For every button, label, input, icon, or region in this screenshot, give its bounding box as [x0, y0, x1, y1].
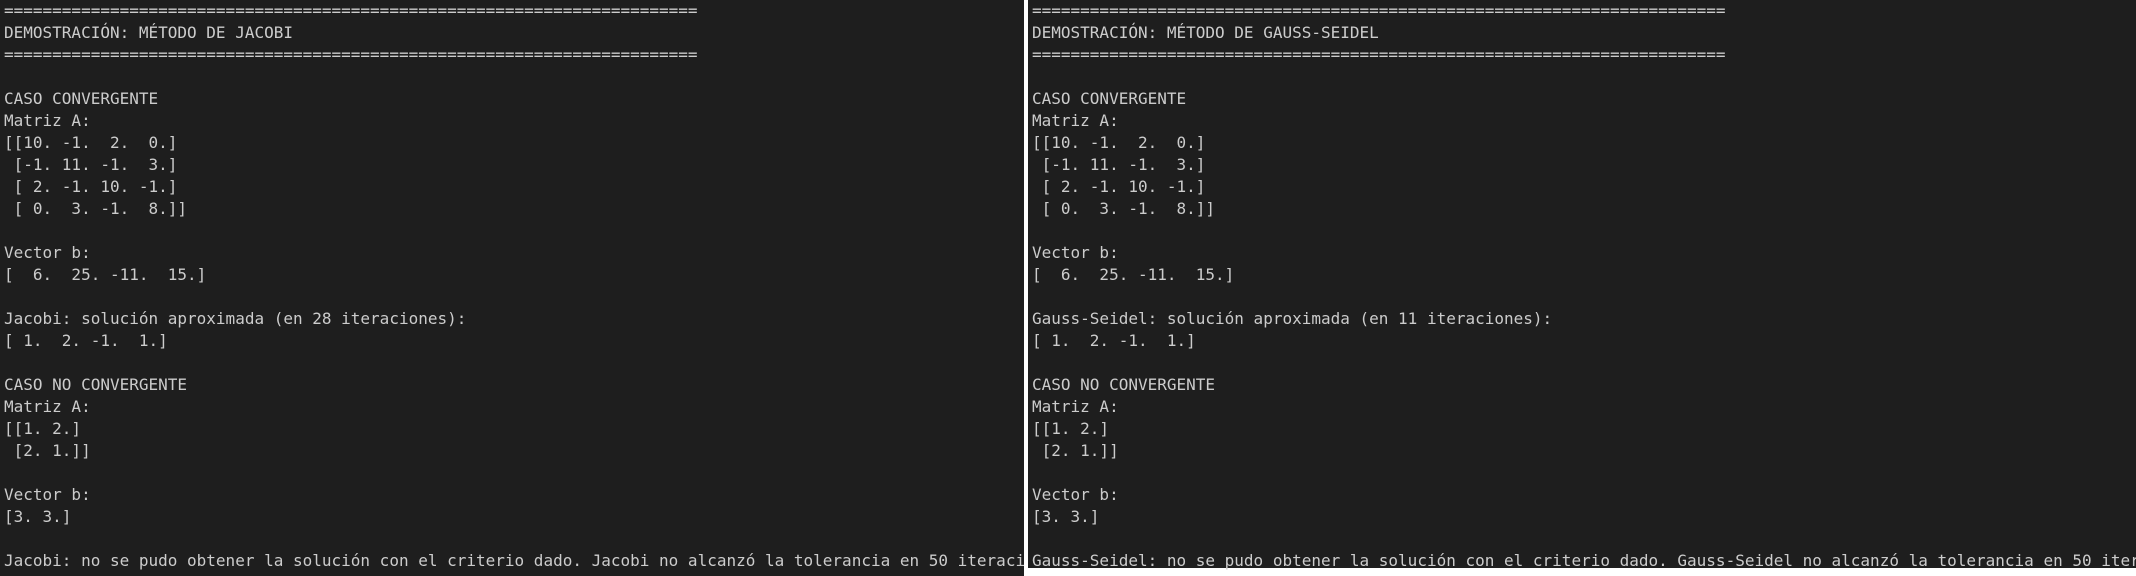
separator-line: ========================================… [4, 1, 698, 20]
vector-label: Vector b: [4, 243, 91, 262]
case-heading: CASO CONVERGENTE [4, 89, 159, 108]
failure-message: Gauss-Seidel: no se pudo obtener la solu… [1032, 551, 2136, 570]
matrix-row: [2. 1.]] [4, 441, 91, 460]
case-heading: CASO CONVERGENTE [1032, 89, 1187, 108]
matrix-row: [ 0. 3. -1. 8.]] [4, 199, 188, 218]
matrix-label: Matriz A: [4, 111, 91, 130]
vector-label: Vector b: [4, 485, 91, 504]
matrix-label: Matriz A: [1032, 397, 1119, 416]
matrix-row: [2. 1.]] [1032, 441, 1119, 460]
matrix-row: [[10. -1. 2. 0.] [1032, 133, 1206, 152]
separator-line: ========================================… [1032, 1, 1726, 20]
failure-message: Jacobi: no se pudo obtener la solución c… [4, 551, 1024, 570]
demo-title: DEMOSTRACIÓN: MÉTODO DE GAUSS-SEIDEL [1032, 23, 1379, 42]
vector-values: [ 6. 25. -11. 15.] [1032, 265, 1235, 284]
demo-title: DEMOSTRACIÓN: MÉTODO DE JACOBI [4, 23, 293, 42]
matrix-row: [[1. 2.] [4, 419, 82, 438]
matrix-label: Matriz A: [4, 397, 91, 416]
matrix-label: Matriz A: [1032, 111, 1119, 130]
solution-values: [ 1. 2. -1. 1.] [4, 331, 168, 350]
case-heading: CASO NO CONVERGENTE [1032, 375, 1216, 394]
solution-message: Gauss-Seidel: solución aproximada (en 11… [1032, 309, 1553, 328]
solution-message: Jacobi: solución aproximada (en 28 itera… [4, 309, 467, 328]
vector-values: [3. 3.] [1032, 507, 1100, 526]
vector-label: Vector b: [1032, 485, 1119, 504]
separator-line: ========================================… [4, 45, 698, 64]
case-heading: CASO NO CONVERGENTE [4, 375, 188, 394]
matrix-row: [[1. 2.] [1032, 419, 1110, 438]
matrix-row: [-1. 11. -1. 3.] [4, 155, 178, 174]
matrix-row: [ 0. 3. -1. 8.]] [1032, 199, 1216, 218]
vector-values: [3. 3.] [4, 507, 72, 526]
matrix-row: [[10. -1. 2. 0.] [4, 133, 178, 152]
matrix-row: [ 2. -1. 10. -1.] [4, 177, 178, 196]
solution-values: [ 1. 2. -1. 1.] [1032, 331, 1196, 350]
matrix-row: [ 2. -1. 10. -1.] [1032, 177, 1206, 196]
vector-values: [ 6. 25. -11. 15.] [4, 265, 207, 284]
jacobi-terminal-output: ========================================… [0, 0, 1024, 576]
matrix-row: [-1. 11. -1. 3.] [1032, 155, 1206, 174]
gauss-seidel-terminal-output: ========================================… [1028, 0, 2136, 570]
separator-line: ========================================… [1032, 45, 1726, 64]
vector-label: Vector b: [1032, 243, 1119, 262]
